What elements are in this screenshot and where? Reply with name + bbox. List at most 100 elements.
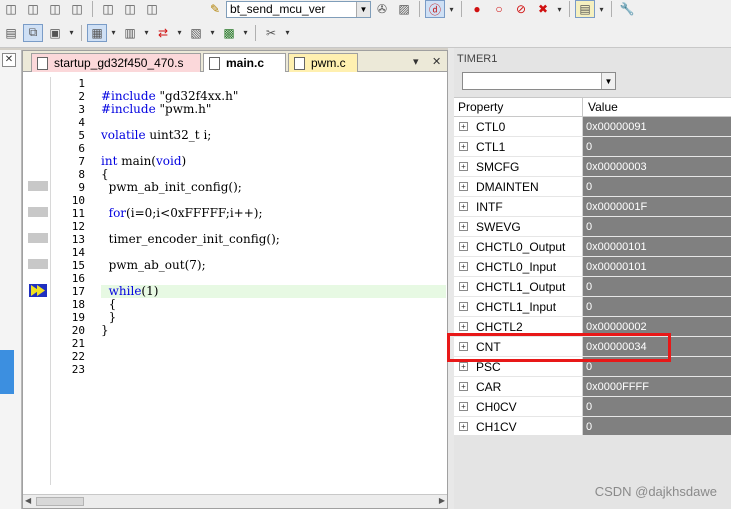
expand-icon[interactable]: + <box>459 402 468 411</box>
chevron-down-icon[interactable]: ▾ <box>283 24 292 42</box>
view-grid-icon[interactable]: ▦ <box>87 23 107 42</box>
register-row[interactable]: + CHCTL1_Input 0 <box>454 297 731 317</box>
toolbar-icon[interactable]: ◫ <box>98 0 118 18</box>
code-line[interactable] <box>101 350 446 363</box>
tab-main[interactable]: main.c <box>203 53 286 72</box>
register-value[interactable]: 0 <box>583 397 731 416</box>
breakpoint-disable-icon[interactable]: ⊘ <box>511 0 531 18</box>
chevron-down-icon[interactable]: ▼ <box>356 1 370 17</box>
code-line[interactable]: timer_encoder_init_config(); <box>101 233 446 246</box>
code-line[interactable]: while(1) <box>101 285 446 298</box>
register-row[interactable]: + CH1CV 0 <box>454 417 731 435</box>
register-row[interactable]: + SWEVG 0 <box>454 217 731 237</box>
expand-icon[interactable]: + <box>459 422 468 431</box>
tab-startup[interactable]: startup_gd32f450_470.s <box>31 53 201 72</box>
chevron-down-icon[interactable]: ▼ <box>601 73 615 89</box>
register-value[interactable]: 0 <box>583 297 731 316</box>
register-value[interactable]: 0x00000101 <box>583 257 731 276</box>
chevron-down-icon[interactable]: ▾ <box>175 24 184 42</box>
expand-icon[interactable]: + <box>459 302 468 311</box>
register-value[interactable]: 0x0000FFFF <box>583 377 731 396</box>
tab-pwm[interactable]: pwm.c <box>288 53 358 72</box>
register-row[interactable]: + CHCTL1_Output 0 <box>454 277 731 297</box>
expand-icon[interactable]: + <box>459 122 468 131</box>
register-value[interactable]: 0 <box>583 177 731 196</box>
code-area[interactable]: #include "gd32f4xx.h" #include "pwm.h" vol… <box>101 77 446 376</box>
expand-icon[interactable]: + <box>459 242 468 251</box>
chevron-down-icon[interactable]: ▾ <box>597 0 606 18</box>
close-icon[interactable]: ✕ <box>2 53 16 67</box>
expand-icon[interactable]: + <box>459 182 468 191</box>
register-row[interactable]: + SMCFG 0x00000003 <box>454 157 731 177</box>
chevron-down-icon[interactable]: ▾ <box>67 24 76 42</box>
register-value[interactable]: 0 <box>583 277 731 296</box>
code-line[interactable]: pwm_ab_out(7); <box>101 259 446 272</box>
column-header-property[interactable]: Property <box>454 98 583 116</box>
configure-icon[interactable]: 🔧 <box>617 0 637 18</box>
horizontal-scrollbar[interactable]: ◀ ▶ <box>23 494 447 508</box>
expand-icon[interactable]: + <box>459 282 468 291</box>
build-target-icon[interactable]: ✇ <box>372 0 392 18</box>
trace-icon[interactable]: ⇄ <box>153 24 173 42</box>
target-options-icon[interactable]: ⧉ <box>23 23 43 42</box>
chevron-down-icon[interactable]: ▾ <box>109 24 118 42</box>
register-row[interactable]: + CTL1 0 <box>454 137 731 157</box>
register-row[interactable]: + CHCTL0_Input 0x00000101 <box>454 257 731 277</box>
register-row[interactable]: + DMAINTEN 0 <box>454 177 731 197</box>
scroll-left-icon[interactable]: ◀ <box>25 496 31 505</box>
toolbar-icon[interactable]: ◫ <box>120 0 140 18</box>
register-row[interactable]: + CAR 0x0000FFFF <box>454 377 731 397</box>
manage-icon[interactable]: ▨ <box>394 0 414 18</box>
code-line[interactable] <box>101 337 446 350</box>
code-line[interactable]: for(i=0;i<0xFFFFF;i++); <box>101 207 446 220</box>
window-select-icon[interactable]: ▤ <box>575 0 595 18</box>
register-value[interactable]: 0 <box>583 137 731 156</box>
breakpoint-kill-icon[interactable]: ✖ <box>533 0 553 18</box>
register-filter-select[interactable]: ▼ <box>462 72 616 90</box>
close-tab-icon[interactable]: ✕ <box>432 55 441 68</box>
toolbar-icon[interactable]: ◫ <box>142 0 162 18</box>
register-value[interactable]: 0x00000091 <box>583 117 731 136</box>
register-value[interactable]: 0 <box>583 217 731 236</box>
chevron-down-icon[interactable]: ▾ <box>142 24 151 42</box>
expand-icon[interactable]: + <box>459 202 468 211</box>
code-line[interactable]: int main(void) <box>101 155 446 168</box>
target-select[interactable]: bt_send_mcu_ver ▼ <box>226 0 371 18</box>
code-line[interactable]: { <box>101 298 446 311</box>
breakpoint-gutter[interactable] <box>23 77 51 485</box>
toolbar-icon[interactable]: ◫ <box>67 0 87 18</box>
scroll-right-icon[interactable]: ▶ <box>439 496 445 505</box>
register-value[interactable]: 0x00000101 <box>583 237 731 256</box>
system-viewer-icon[interactable]: ▧ <box>186 24 206 42</box>
register-row[interactable]: + CTL0 0x00000091 <box>454 117 731 137</box>
memory-window-icon[interactable]: ▥ <box>120 24 140 42</box>
column-header-value[interactable]: Value <box>583 98 618 116</box>
chevron-down-icon[interactable]: ▾ <box>555 0 564 18</box>
register-value[interactable]: 0 <box>583 417 731 435</box>
toolbar-icon[interactable]: ◫ <box>23 0 43 18</box>
code-line[interactable] <box>101 363 446 376</box>
register-row[interactable]: + INTF 0x0000001F <box>454 197 731 217</box>
expand-icon[interactable]: + <box>459 262 468 271</box>
chevron-down-icon[interactable]: ▾ <box>208 24 217 42</box>
toolbar-icon[interactable]: ◫ <box>45 0 65 18</box>
window-layout-icon[interactable]: ▤ <box>1 24 21 42</box>
expand-icon[interactable]: + <box>459 142 468 151</box>
chevron-down-icon[interactable]: ▾ <box>447 0 456 18</box>
tab-list-dropdown-icon[interactable]: ▾ <box>413 55 419 68</box>
breakpoint-insert-icon[interactable]: ● <box>467 0 487 18</box>
code-line[interactable]: } <box>101 324 446 337</box>
expand-icon[interactable]: + <box>459 322 468 331</box>
code-line[interactable]: } <box>101 311 446 324</box>
target-icon[interactable]: ✎ <box>205 0 225 18</box>
breakpoint-enable-icon[interactable]: ○ <box>489 0 509 18</box>
expand-icon[interactable]: + <box>459 162 468 171</box>
scroll-thumb[interactable] <box>36 497 84 506</box>
tools-icon[interactable]: ✂ <box>261 24 281 42</box>
code-line[interactable]: #include "pwm.h" <box>101 103 446 116</box>
register-row[interactable]: + CH0CV 0 <box>454 397 731 417</box>
register-value[interactable]: 0x0000001F <box>583 197 731 216</box>
register-row[interactable]: + CHCTL0_Output 0x00000101 <box>454 237 731 257</box>
expand-icon[interactable]: + <box>459 222 468 231</box>
code-line[interactable]: pwm_ab_init_config(); <box>101 181 446 194</box>
